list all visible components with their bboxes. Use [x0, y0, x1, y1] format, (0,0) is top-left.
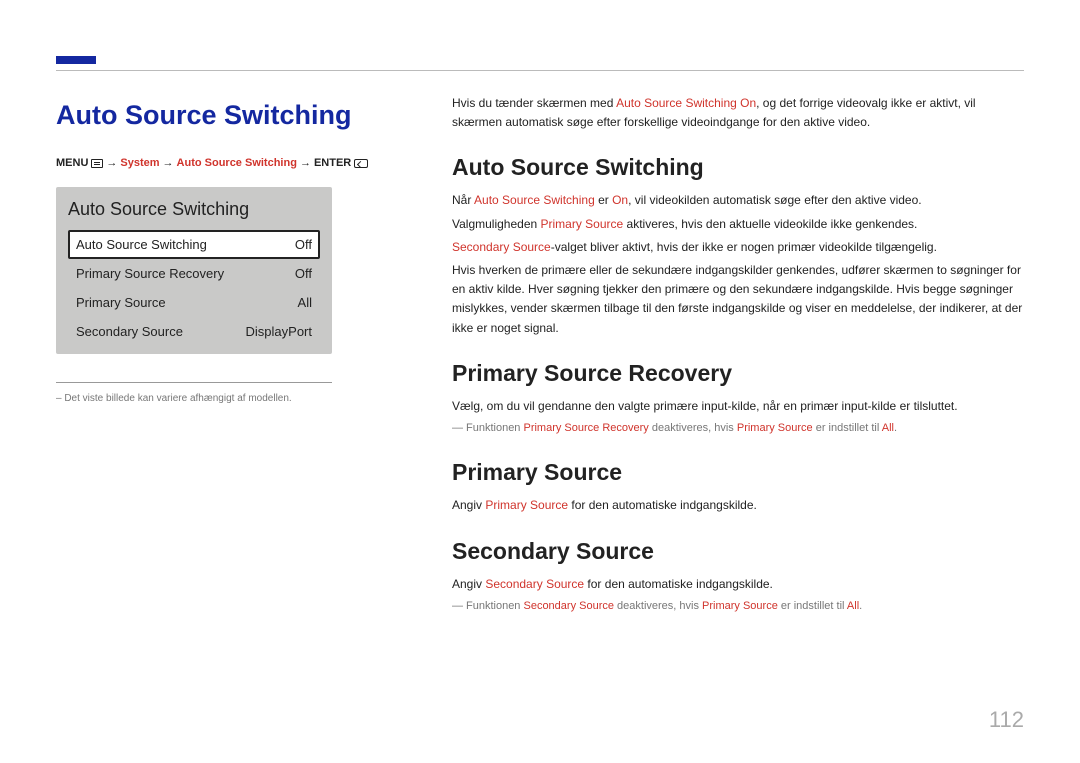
text: Funktionen	[466, 422, 523, 434]
header-rule	[56, 70, 1024, 71]
text: .	[859, 600, 862, 612]
text-highlight: Primary Source	[485, 498, 568, 512]
menu-path-item: Auto Source Switching	[177, 157, 297, 169]
panel-row-value: Off	[295, 237, 312, 252]
body-paragraph: Vælg, om du vil gendanne den valgte prim…	[452, 397, 1024, 416]
text: Når	[452, 193, 474, 207]
menu-icon	[91, 159, 103, 168]
panel-row-label: Secondary Source	[76, 324, 183, 339]
enter-label: ENTER	[314, 157, 351, 169]
panel-row-label: Auto Source Switching	[76, 237, 207, 252]
header-accent-bar	[56, 56, 96, 64]
panel-row-value: DisplayPort	[246, 324, 312, 339]
text-highlight: Primary Source	[702, 600, 778, 612]
text-highlight: All	[847, 600, 859, 612]
section-heading-primary-source-recovery: Primary Source Recovery	[452, 360, 1024, 387]
page-title: Auto Source Switching	[56, 100, 376, 131]
text: , vil videokilden automatisk søge efter …	[628, 193, 921, 207]
body-paragraph: Angiv Primary Source for den automatiske…	[452, 496, 1024, 515]
text: deaktiveres, hvis	[614, 600, 702, 612]
text: -valget bliver aktivt, hvis der ikke er …	[551, 240, 937, 254]
text: deaktiveres, hvis	[649, 422, 737, 434]
panel-row-primary-source-recovery[interactable]: Primary Source Recovery Off	[68, 259, 320, 288]
text-highlight: Secondary Source	[485, 577, 584, 591]
note-line: Funktionen Secondary Source deaktiveres,…	[452, 598, 1024, 616]
panel-row-value: All	[298, 295, 312, 310]
body-paragraph: Valgmuligheden Primary Source aktiveres,…	[452, 215, 1024, 234]
body-paragraph: Hvis hverken de primære eller de sekundæ…	[452, 261, 1024, 338]
settings-panel: Auto Source Switching Auto Source Switch…	[56, 187, 332, 354]
panel-row-primary-source[interactable]: Primary Source All	[68, 288, 320, 317]
left-divider	[56, 382, 332, 383]
text: er	[595, 193, 612, 207]
text-highlight: On	[612, 193, 628, 207]
menu-label: MENU	[56, 157, 88, 169]
text: for den automatiske indgangskilde.	[584, 577, 773, 591]
body-paragraph: Angiv Secondary Source for den automatis…	[452, 575, 1024, 594]
intro-paragraph: Hvis du tænder skærmen med Auto Source S…	[452, 94, 1024, 132]
text: Funktionen	[466, 600, 523, 612]
text-highlight: Primary Source Recovery	[523, 422, 648, 434]
text: Angiv	[452, 498, 485, 512]
section-heading-secondary-source: Secondary Source	[452, 538, 1024, 565]
panel-row-label: Primary Source	[76, 295, 166, 310]
text: er indstillet til	[778, 600, 847, 612]
text-highlight: Primary Source	[737, 422, 813, 434]
left-column: Auto Source Switching MENU → System → Au…	[56, 100, 376, 404]
text-highlight: Auto Source Switching On	[616, 96, 756, 110]
panel-heading: Auto Source Switching	[68, 199, 320, 220]
text: Hvis du tænder skærmen med	[452, 96, 616, 110]
note-line: Funktionen Primary Source Recovery deakt…	[452, 420, 1024, 438]
panel-row-secondary-source[interactable]: Secondary Source DisplayPort	[68, 317, 320, 346]
text-highlight: All	[882, 422, 894, 434]
menu-path-system: System	[120, 157, 159, 169]
body-paragraph: Når Auto Source Switching er On, vil vid…	[452, 191, 1024, 210]
panel-row-auto-source-switching[interactable]: Auto Source Switching Off	[68, 230, 320, 259]
text-highlight: Secondary Source	[452, 240, 551, 254]
text-highlight: Primary Source	[541, 217, 624, 231]
page-number: 112	[989, 707, 1024, 733]
model-footnote: – Det viste billede kan variere afhængig…	[56, 393, 376, 404]
body-paragraph: Secondary Source-valget bliver aktivt, h…	[452, 238, 1024, 257]
text: aktiveres, hvis den aktuelle videokilde …	[623, 217, 917, 231]
text-highlight: Auto Source Switching	[474, 193, 595, 207]
arrow-icon: →	[300, 157, 311, 169]
text: Angiv	[452, 577, 485, 591]
right-column: Hvis du tænder skærmen med Auto Source S…	[452, 94, 1024, 615]
menu-path: MENU → System → Auto Source Switching → …	[56, 157, 376, 169]
text: er indstillet til	[813, 422, 882, 434]
text: for den automatiske indgangskilde.	[568, 498, 757, 512]
arrow-icon: →	[163, 157, 174, 169]
panel-row-value: Off	[295, 266, 312, 281]
text-highlight: Secondary Source	[523, 600, 614, 612]
text: .	[894, 422, 897, 434]
section-heading-auto-source-switching: Auto Source Switching	[452, 154, 1024, 181]
text: Valgmuligheden	[452, 217, 541, 231]
panel-row-label: Primary Source Recovery	[76, 266, 224, 281]
section-heading-primary-source: Primary Source	[452, 459, 1024, 486]
arrow-icon: →	[106, 157, 117, 169]
enter-icon	[354, 159, 368, 168]
